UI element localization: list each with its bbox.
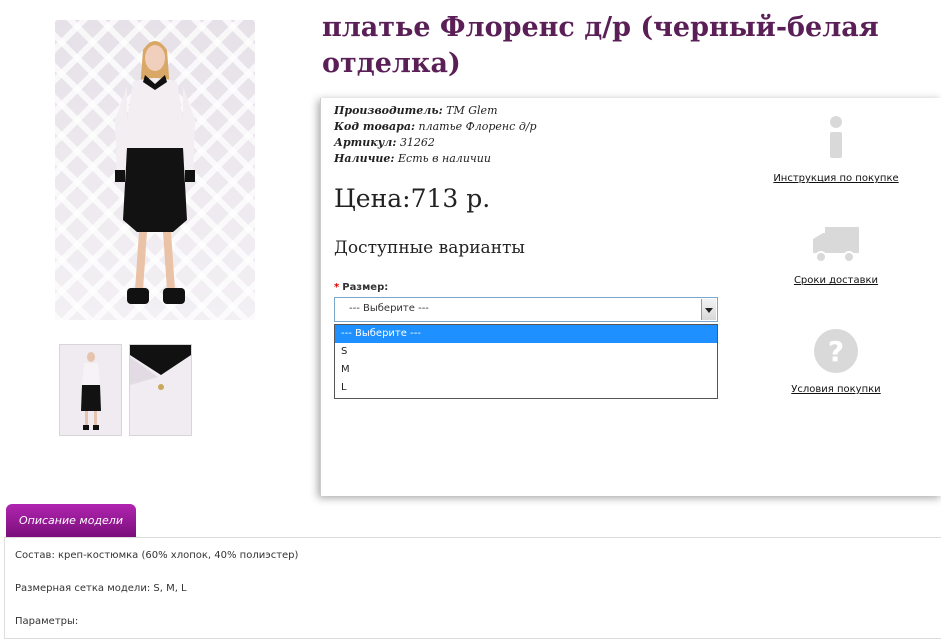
manufacturer-label: Производитель:	[334, 104, 443, 117]
availability-row: Наличие: Есть в наличии	[334, 151, 537, 167]
article-value: 31262	[399, 136, 435, 149]
size-option-m[interactable]: M	[335, 361, 717, 379]
size-option-l[interactable]: L	[335, 379, 717, 397]
question-icon: ?	[814, 329, 858, 373]
product-price: Цена:713 р.	[334, 184, 491, 213]
size-select-value: --- Выберите ---	[349, 303, 429, 314]
conditions-block: ? Условия покупки	[761, 328, 911, 395]
thumbnail-collar-detail	[130, 345, 191, 435]
size-dropdown-list: --- Выберите --- S M L	[334, 324, 718, 399]
dropdown-arrow-icon[interactable]	[701, 299, 716, 320]
conditions-link[interactable]: Условия покупки	[761, 384, 911, 395]
product-title: платье Флоренс д/р (черный-белая отделка…	[322, 12, 879, 79]
size-option-s[interactable]: S	[335, 343, 717, 361]
product-info-panel: Производитель: ТМ Glem Код товара: плать…	[320, 98, 941, 496]
delivery-block: Сроки доставки	[761, 223, 911, 286]
description-size-grid: Размерная сетка модели: S, M, L	[15, 583, 187, 594]
instruction-link[interactable]: Инструкция по покупке	[761, 173, 911, 184]
tab-description[interactable]: Описание модели	[6, 504, 136, 537]
article-label: Артикул:	[334, 136, 397, 149]
svg-text:?: ?	[828, 335, 844, 368]
product-code-label: Код товара:	[334, 120, 416, 133]
availability-label: Наличие:	[334, 152, 395, 165]
size-label: * Размер:	[334, 282, 388, 293]
product-code-value: платье Флоренс д/р	[418, 120, 537, 133]
instruction-block: Инструкция по покупке	[761, 113, 911, 184]
description-composition: Состав: креп-костюмка (60% хлопок, 40% п…	[15, 550, 299, 561]
thumbnail-figure	[60, 345, 121, 435]
product-thumbnail-2[interactable]	[129, 344, 192, 436]
delivery-link[interactable]: Сроки доставки	[761, 275, 911, 286]
size-label-text: Размер:	[342, 282, 389, 293]
required-marker: *	[334, 282, 340, 293]
product-code-row: Код товара: платье Флоренс д/р	[334, 119, 537, 135]
truck-icon	[813, 227, 859, 263]
manufacturer-value: ТМ Glem	[446, 104, 498, 117]
manufacturer-row: Производитель: ТМ Glem	[334, 103, 537, 119]
size-option-placeholder[interactable]: --- Выберите ---	[335, 325, 717, 343]
model-figure	[115, 41, 195, 304]
variants-heading: Доступные варианты	[334, 238, 525, 258]
product-main-image[interactable]	[55, 20, 255, 320]
article-row: Артикул: 31262	[334, 135, 537, 151]
product-thumbnail-1[interactable]	[59, 344, 122, 436]
product-meta: Производитель: ТМ Glem Код товара: плать…	[334, 103, 537, 167]
availability-value: Есть в наличии	[398, 152, 491, 165]
info-icon	[830, 116, 842, 158]
description-panel: Состав: креп-костюмка (60% хлопок, 40% п…	[4, 537, 941, 639]
size-select[interactable]: --- Выберите ---	[334, 297, 718, 322]
